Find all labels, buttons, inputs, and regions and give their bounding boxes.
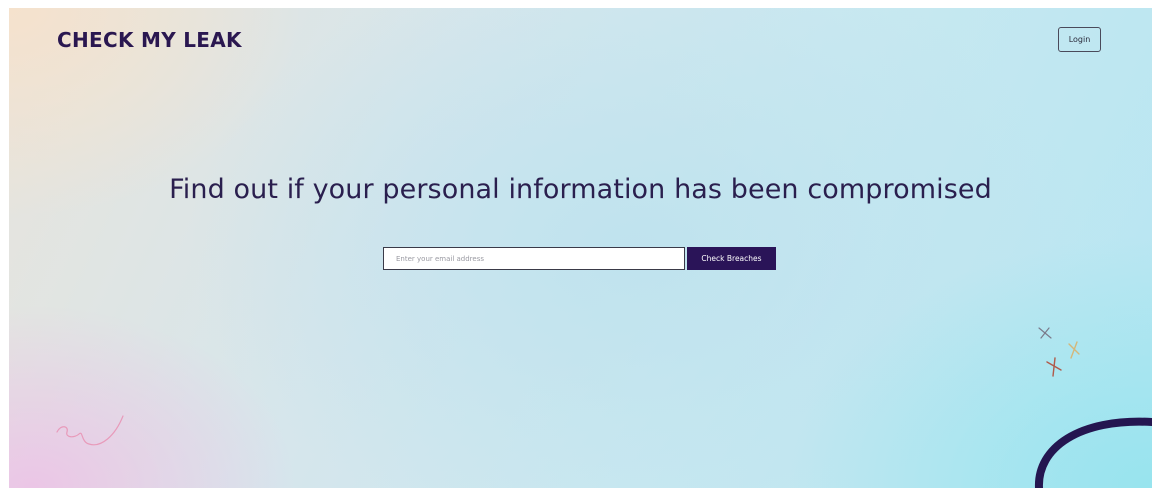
page-background: CHECK MY LEAK Login Find out if your per…	[9, 8, 1152, 488]
sparkle-icon	[1068, 341, 1080, 359]
email-input[interactable]	[383, 247, 685, 270]
hero-headline: Find out if your personal information ha…	[169, 174, 992, 205]
sparkle-cluster	[1038, 327, 1080, 377]
squiggle-doodle	[56, 415, 124, 446]
login-button[interactable]: Login	[1058, 27, 1101, 52]
sparkle-icon	[1038, 327, 1052, 339]
arc-shape	[1034, 417, 1152, 488]
sparkle-icon	[1046, 357, 1062, 377]
email-search-form: Check Breaches	[383, 247, 776, 270]
site-logo[interactable]: CHECK MY LEAK	[57, 28, 242, 52]
check-breaches-button[interactable]: Check Breaches	[687, 247, 776, 270]
